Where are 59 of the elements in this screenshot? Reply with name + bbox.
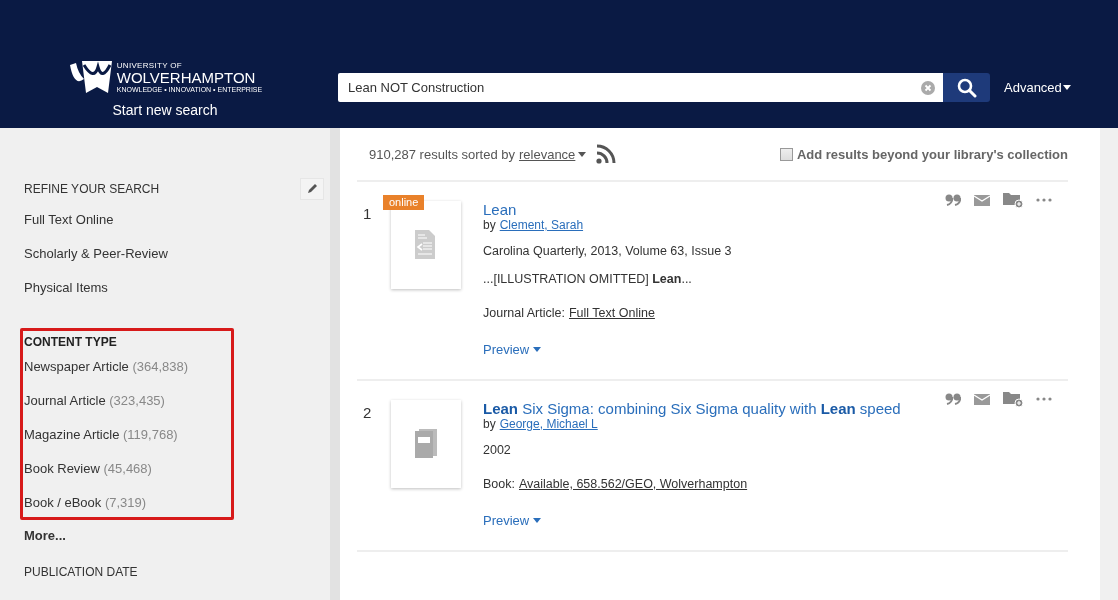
start-search-link[interactable]: Start new search [112,102,218,118]
more-link[interactable]: More... [24,528,66,543]
checkbox[interactable] [779,147,793,161]
clear-icon[interactable] [921,81,935,95]
result-number: 1 [363,204,373,224]
facet-link[interactable]: Book Review (45,468) [24,457,231,491]
facet-link[interactable]: Physical Items [24,276,108,310]
author-prefix: by [483,417,496,431]
search-field[interactable]: Lean NOT Construction [338,73,943,102]
result-source: Carolina Quarterly, 2013, Volume 63, Issue 3 [483,244,732,258]
caret-icon [578,151,587,157]
sort-dropdown[interactable]: relevance [519,146,587,162]
mail-icon[interactable] [974,194,990,206]
quote-icon[interactable] [945,393,961,405]
facet-link[interactable]: Book / eBook (7,319) [24,491,231,517]
caret-icon [533,518,542,523]
book-icon [413,428,439,460]
pencil-icon [307,184,317,194]
edit-button[interactable] [300,178,324,200]
author-link[interactable]: Clement, Sarah [499,218,584,232]
section-title: CONTENT TYPE [24,335,118,349]
folder-add-icon[interactable] [1003,391,1023,407]
result-snippet: ...[ILLUSTRATION OMITTED] Lean... [483,272,692,286]
caret-icon [533,347,542,352]
thumbnail-card[interactable] [391,400,461,488]
results-summary: 910,287 results sorted by [369,146,515,162]
facet-link[interactable]: Magazine Article (119,768) [24,423,231,457]
folder-add-icon[interactable] [1003,192,1023,208]
result-title-link[interactable]: Lean [483,201,517,218]
facet-link[interactable]: Full Text Online [24,208,114,242]
availability-link[interactable]: Available, 658.562/GEO, Wolverhampton [518,477,748,491]
section-title: REFINE YOUR SEARCH [24,182,160,196]
result-source: 2002 [483,443,511,457]
format-label: Journal Article: [483,306,565,320]
online-badge: online [383,195,425,210]
availability-link[interactable]: Full Text Online [569,306,655,320]
facet-link[interactable]: Scholarly & Peer-Review [24,242,168,276]
quote-icon[interactable] [945,194,961,206]
author-link[interactable]: George, Michael L [499,417,598,431]
author-prefix: by [483,218,496,232]
logo-text-small: UNIVERSITY OF [116,61,183,70]
section-title: PUBLICATION DATE [24,565,138,579]
facet-link[interactable]: Newspaper Article (364,838) [24,355,231,389]
rss-icon[interactable] [596,144,617,164]
preview-dropdown[interactable]: Preview [483,342,542,357]
more-icon[interactable] [1036,198,1052,202]
search-icon [956,77,977,98]
more-icon[interactable] [1036,397,1052,401]
result-number: 2 [363,403,373,423]
mail-icon[interactable] [974,393,990,405]
result-title-link[interactable]: Lean Six Sigma: combining Six Sigma quality with Lean speed [483,400,901,417]
logo-wordmark: WOLVERHAMPTON [116,70,257,86]
checkbox-label[interactable]: Add results beyond your library's collection [796,146,1068,162]
facet-link[interactable]: Journal Article (323,435) [24,389,231,423]
search-button[interactable] [943,73,990,102]
format-label: Book: [483,477,515,491]
advanced-dropdown[interactable]: Advanced [1004,80,1071,95]
preview-dropdown[interactable]: Preview [483,513,542,528]
caret-icon [1062,85,1071,90]
